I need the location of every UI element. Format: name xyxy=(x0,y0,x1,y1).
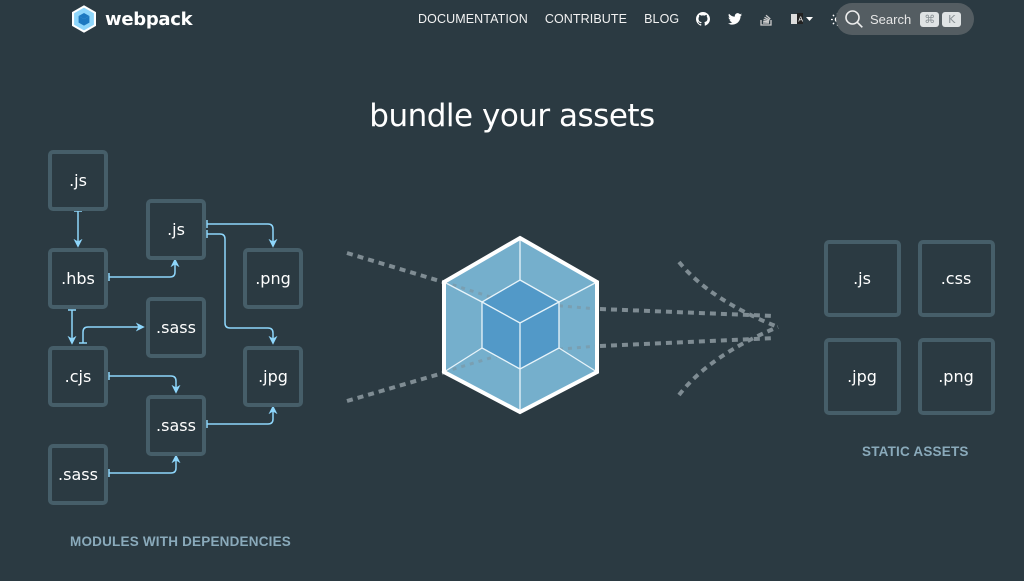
module-label: .js xyxy=(167,220,185,239)
module-label: .png xyxy=(255,269,291,288)
module-label: .sass xyxy=(156,318,196,337)
module-label: .sass xyxy=(156,416,196,435)
asset-label: .png xyxy=(938,367,974,386)
arrow-hbs-to-js xyxy=(109,258,180,278)
bundle-diagram: .js .hbs .cjs .sass .js .sass .sass .png… xyxy=(48,150,995,505)
arrow-cjs-to-sass2 xyxy=(109,375,181,394)
module-label: .jpg xyxy=(258,367,288,386)
module-label: .sass xyxy=(58,465,98,484)
arrow-cjs-to-sass xyxy=(82,322,145,343)
module-label: .cjs xyxy=(65,367,92,386)
asset-label: .css xyxy=(941,269,972,288)
arrow-sass3-to-sass2 xyxy=(109,454,181,474)
static-assets-caption: STATIC ASSETS xyxy=(862,444,969,459)
asset-label: .js xyxy=(853,269,871,288)
webpack-cube-icon xyxy=(442,235,599,415)
arrow-js-to-png xyxy=(207,223,278,248)
arrow-sass2-to-jpg xyxy=(207,405,278,425)
module-label: .hbs xyxy=(61,269,95,288)
asset-label: .jpg xyxy=(847,367,877,386)
module-label: .js xyxy=(69,171,87,190)
modules-caption: MODULES WITH DEPENDENCIES xyxy=(70,534,292,549)
